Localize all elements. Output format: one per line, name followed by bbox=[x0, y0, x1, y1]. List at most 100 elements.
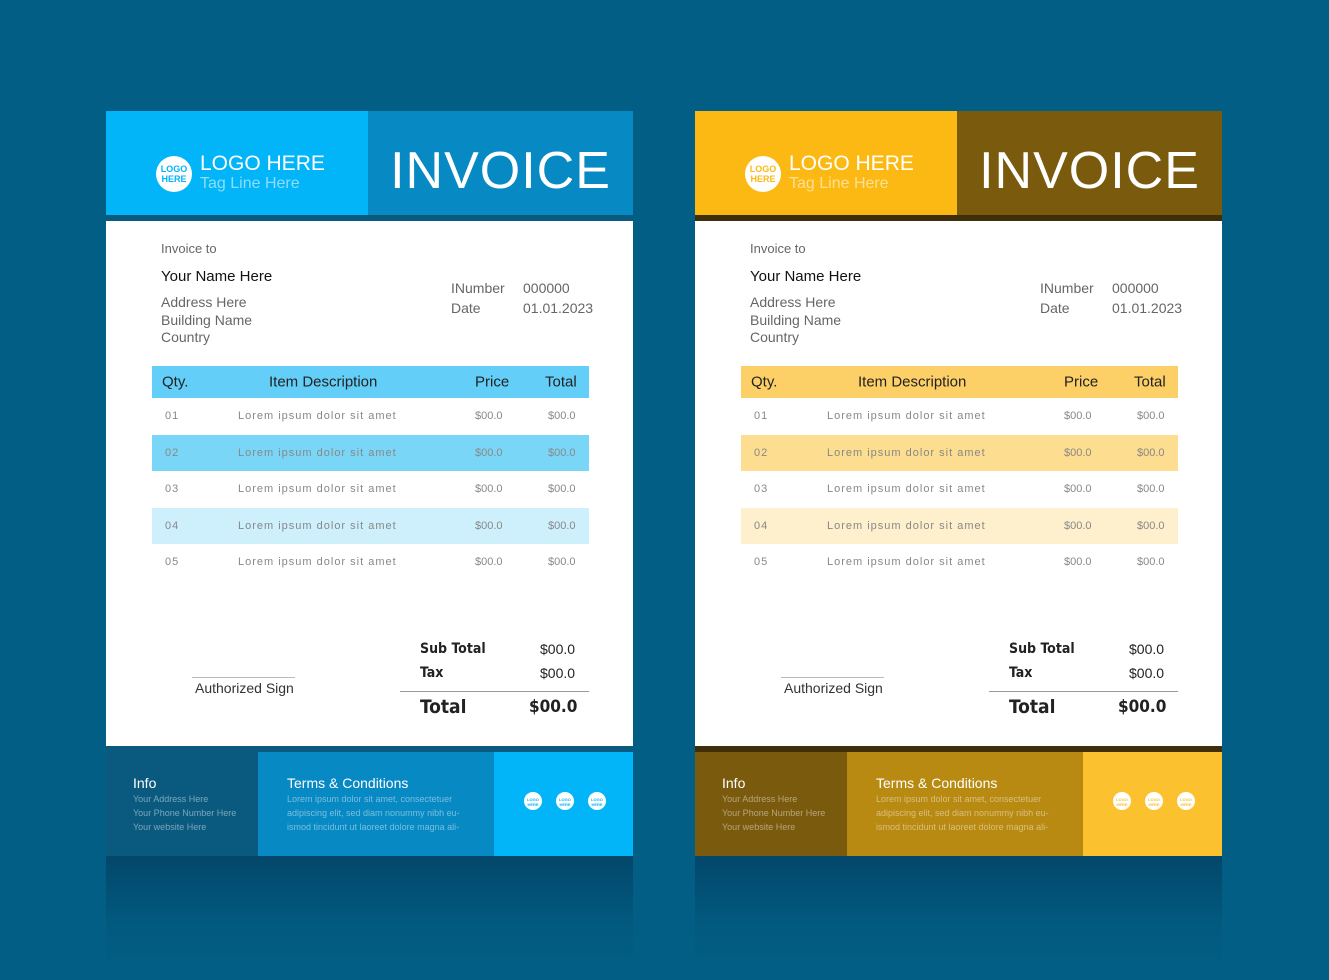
info-section: Info Your Address Here Your Phone Number… bbox=[106, 752, 258, 856]
row-price: $00.0 bbox=[475, 446, 503, 459]
totals-divider bbox=[989, 691, 1178, 692]
social-logo-icon[interactable]: LOGO HERE bbox=[1113, 792, 1131, 810]
table-row: 03 Lorem ipsum dolor sit amet $00.0 $00.… bbox=[152, 471, 589, 508]
table-row: 04 Lorem ipsum dolor sit amet $00.0 $00.… bbox=[741, 507, 1178, 544]
col-description: Item Description bbox=[858, 373, 967, 391]
address-line: Address Here bbox=[161, 294, 247, 310]
sign-line bbox=[781, 677, 884, 678]
row-description: Lorem ipsum dolor sit amet bbox=[238, 556, 397, 569]
terms-line: ismod tincidunt ut laoreet dolore magna … bbox=[876, 822, 1049, 832]
tagline: Tag Line Here bbox=[200, 175, 300, 192]
total-label: Total bbox=[1009, 696, 1056, 718]
table-row: 04 Lorem ipsum dolor sit amet $00.0 $00.… bbox=[152, 507, 589, 544]
table-row: 05 Lorem ipsum dolor sit amet $00.0 $00.… bbox=[741, 544, 1178, 581]
invoice-footer: Info Your Address Here Your Phone Number… bbox=[106, 746, 633, 856]
terms-text: Lorem ipsum dolor sit amet, consectetuer… bbox=[287, 792, 460, 834]
tax-label: Tax bbox=[420, 665, 444, 681]
terms-line: ismod tincidunt ut laoreet dolore magna … bbox=[287, 822, 460, 832]
row-total: $00.0 bbox=[1137, 519, 1165, 532]
invoice-blue: LOGO HERE LOGO HERE Tag Line Here INVOIC… bbox=[106, 111, 633, 856]
subtotal-value: $00.0 bbox=[1129, 641, 1165, 657]
row-price: $00.0 bbox=[1064, 446, 1092, 459]
col-price: Price bbox=[1064, 373, 1099, 391]
terms-title: Terms & Conditions bbox=[287, 775, 409, 791]
social-logo-icon[interactable]: LOGO HERE bbox=[524, 792, 542, 810]
row-qty: 01 bbox=[165, 410, 180, 423]
table-row: 02 Lorem ipsum dolor sit amet $00.0 $00.… bbox=[741, 434, 1178, 471]
info-website: Your website Here bbox=[722, 822, 796, 832]
social-logo-icon[interactable]: LOGO HERE bbox=[1177, 792, 1195, 810]
date-value: 01.01.2023 bbox=[523, 300, 594, 316]
logo-area: LOGO HERE LOGO HERE Tag Line Here bbox=[106, 111, 368, 215]
row-qty: 02 bbox=[165, 446, 180, 459]
date-label: Date bbox=[451, 300, 481, 316]
row-description: Lorem ipsum dolor sit amet bbox=[827, 519, 986, 532]
row-description: Lorem ipsum dolor sit amet bbox=[827, 556, 986, 569]
totals-divider bbox=[400, 691, 589, 692]
terms-line: Lorem ipsum dolor sit amet, consectetuer bbox=[287, 794, 453, 804]
row-price: $00.0 bbox=[475, 519, 503, 532]
address-line: Country bbox=[161, 329, 211, 345]
info-address: Your Address Here bbox=[722, 794, 798, 804]
total-label: Total bbox=[420, 696, 467, 718]
card-reflection bbox=[695, 856, 1222, 966]
items-table: Qty. Item Description Price Total 01 Lor… bbox=[741, 366, 1178, 581]
logo-badge-icon: LOGO HERE bbox=[156, 156, 192, 192]
tax-value: $00.0 bbox=[540, 665, 576, 681]
table-row: 02 Lorem ipsum dolor sit amet $00.0 $00.… bbox=[152, 434, 589, 471]
logo-text: LOGO HERE bbox=[789, 152, 914, 175]
row-qty: 03 bbox=[165, 483, 180, 496]
header-divider bbox=[106, 215, 633, 221]
row-description: Lorem ipsum dolor sit amet bbox=[827, 483, 986, 496]
number-label: INumber bbox=[451, 280, 505, 296]
row-description: Lorem ipsum dolor sit amet bbox=[827, 446, 986, 459]
row-description: Lorem ipsum dolor sit amet bbox=[238, 519, 397, 532]
authorized-sign-label: Authorized Sign bbox=[195, 680, 294, 696]
row-total: $00.0 bbox=[1137, 556, 1165, 569]
address-line: Country bbox=[750, 329, 800, 345]
col-description: Item Description bbox=[269, 373, 378, 391]
row-qty: 02 bbox=[754, 446, 769, 459]
row-description: Lorem ipsum dolor sit amet bbox=[238, 410, 397, 423]
subtotal-label: Sub Total bbox=[1009, 641, 1075, 657]
address-line: Building Name bbox=[161, 312, 253, 328]
social-logo-icon[interactable]: LOGO HERE bbox=[588, 792, 606, 810]
row-price: $00.0 bbox=[1064, 519, 1092, 532]
terms-line: adipiscing elit, sed diam nonummy nibh e… bbox=[287, 808, 460, 818]
tax-value: $00.0 bbox=[1129, 665, 1165, 681]
tax-label: Tax bbox=[1009, 665, 1033, 681]
terms-text: Lorem ipsum dolor sit amet, consectetuer… bbox=[876, 792, 1049, 834]
card-reflection bbox=[106, 856, 633, 966]
invoice-title: INVOICE bbox=[390, 142, 611, 200]
tagline: Tag Line Here bbox=[789, 175, 889, 192]
info-title: Info bbox=[133, 775, 157, 791]
total-value: $00.0 bbox=[529, 697, 578, 717]
info-phone: Your Phone Number Here bbox=[133, 808, 237, 818]
row-total: $00.0 bbox=[1137, 446, 1165, 459]
row-total: $00.0 bbox=[548, 519, 576, 532]
social-logo-icon[interactable]: LOGO HERE bbox=[1145, 792, 1163, 810]
terms-line: adipiscing elit, sed diam nonummy nibh e… bbox=[876, 808, 1049, 818]
terms-section: Terms & Conditions Lorem ipsum dolor sit… bbox=[847, 752, 1083, 856]
invoice-to-label: Invoice to bbox=[161, 241, 217, 256]
col-qty: Qty. bbox=[162, 373, 189, 391]
number-label: INumber bbox=[1040, 280, 1094, 296]
row-price: $00.0 bbox=[475, 483, 503, 496]
terms-line: Lorem ipsum dolor sit amet, consectetuer bbox=[876, 794, 1042, 804]
info-lines: Your Address Here Your Phone Number Here… bbox=[722, 792, 825, 834]
row-total: $00.0 bbox=[548, 446, 576, 459]
social-section: LOGO HERE LOGO HERE LOGO HERE bbox=[1083, 752, 1222, 856]
col-qty: Qty. bbox=[751, 373, 778, 391]
row-price: $00.0 bbox=[475, 556, 503, 569]
number-value: 000000 bbox=[1112, 280, 1159, 296]
social-section: LOGO HERE LOGO HERE LOGO HERE bbox=[494, 752, 633, 856]
address-line: Building Name bbox=[750, 312, 842, 328]
social-logo-icon[interactable]: LOGO HERE bbox=[556, 792, 574, 810]
row-description: Lorem ipsum dolor sit amet bbox=[238, 446, 397, 459]
authorized-sign-label: Authorized Sign bbox=[784, 680, 883, 696]
row-qty: 04 bbox=[754, 519, 769, 532]
sign-line bbox=[192, 677, 295, 678]
subtotal-value: $00.0 bbox=[540, 641, 576, 657]
table-row: 05 Lorem ipsum dolor sit amet $00.0 $00.… bbox=[152, 544, 589, 581]
row-qty: 04 bbox=[165, 519, 180, 532]
